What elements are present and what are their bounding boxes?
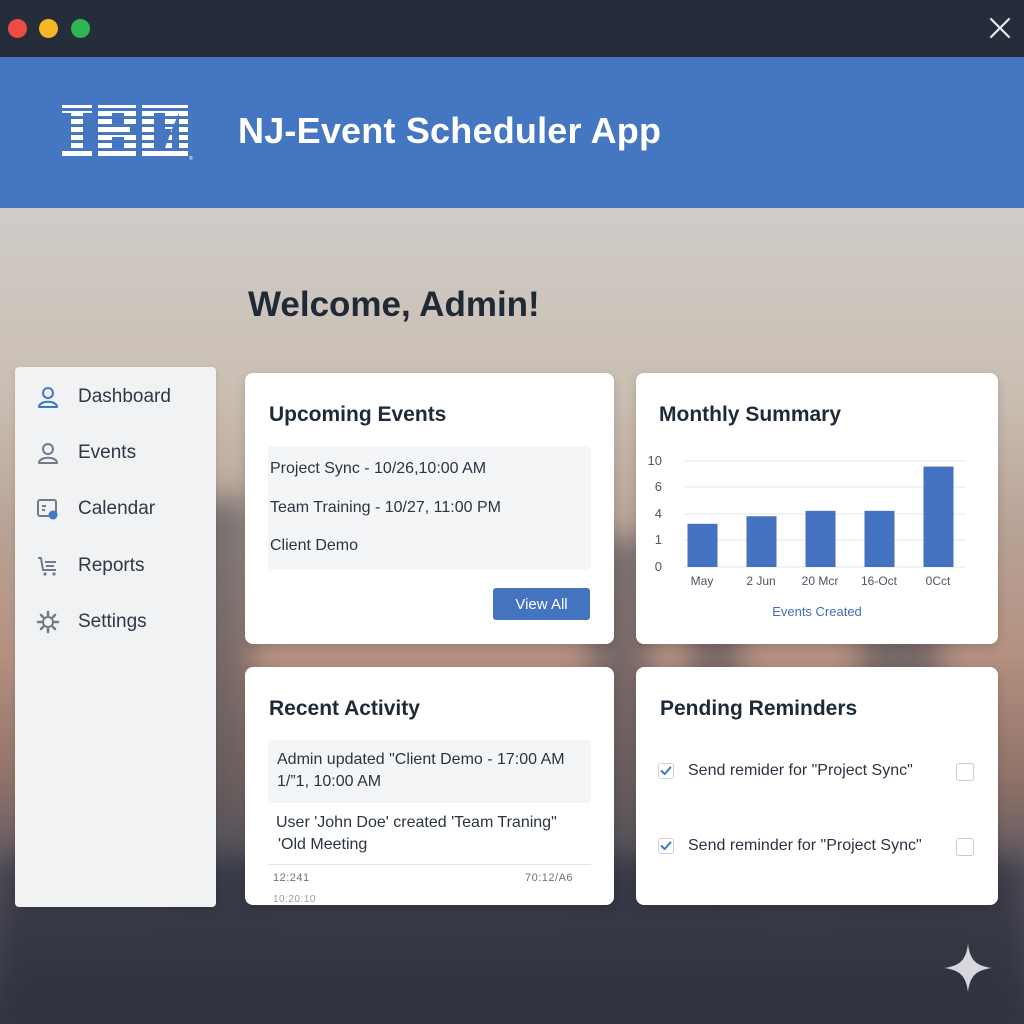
y-tick-label: 10 (648, 453, 662, 468)
sidebar: Dashboard Events Calendar Reports Settin… (15, 367, 216, 907)
trademark-mark: ® (189, 155, 193, 161)
sidebar-item-label: Events (78, 442, 137, 463)
event-item[interactable]: Team Training - 10/27, 11:00 PM (270, 499, 501, 517)
calendar-icon (37, 499, 58, 520)
card-title: Recent Activity (269, 697, 420, 720)
checkbox-checked[interactable] (658, 763, 674, 779)
sidebar-item-calendar[interactable]: Calendar (15, 487, 216, 531)
activity-timestamp: 10:20:10 (273, 894, 316, 905)
sidebar-item-dashboard[interactable]: Dashboard (15, 375, 216, 419)
welcome-heading: Welcome, Admin! (248, 285, 540, 324)
chart-bar[interactable] (805, 510, 836, 567)
ibm-logo: ® (62, 105, 193, 161)
y-tick-label: 1 (655, 532, 662, 547)
gear-icon (36, 610, 60, 634)
upcoming-events-card: Upcoming Events Project Sync - 10/26,10:… (245, 373, 614, 644)
events-list: Project Sync - 10/26,10:00 AM Team Train… (268, 446, 591, 570)
reminder-checkbox[interactable] (956, 838, 974, 856)
reminder-label: Send reminder for "Project Sync" (688, 837, 922, 854)
close-icon[interactable] (988, 16, 1012, 40)
window-titlebar (0, 0, 1024, 57)
app-title: NJ-Event Scheduler App (238, 110, 662, 151)
activity-line: 1/”1, 10:00 AM (277, 773, 382, 790)
event-item[interactable]: Project Sync - 10/26,10:00 AM (270, 460, 486, 478)
chart-bar[interactable] (923, 466, 954, 567)
monthly-summary-chart: 106410May 2 Jun 20 Mcr 16-Oct 0CctEvents Cre… (648, 453, 966, 619)
sidebar-item-events[interactable]: Events (15, 431, 216, 475)
x-tick-label: 16-Oct (861, 574, 898, 588)
x-tick-label: 0Cct (926, 574, 951, 588)
sidebar-item-label: Settings (78, 611, 147, 632)
chart-bar[interactable] (746, 516, 777, 567)
activity-line: 'Old Meeting (278, 836, 368, 853)
activity-line: Admin updated "Client Demo - 17:00 AM (277, 751, 565, 768)
x-tick-label: 20 Mcr (802, 574, 839, 588)
divider (268, 864, 591, 865)
recent-activity-card: Recent Activity Admin updated "Client De… (245, 667, 614, 905)
chart-bar[interactable] (687, 523, 718, 567)
activity-line: User 'John Doe' created 'Team Traning" (276, 814, 557, 831)
cart-icon (38, 557, 56, 576)
card-title: Upcoming Events (269, 403, 447, 426)
view-all-button[interactable]: View All (493, 588, 590, 620)
card-title: Pending Reminders (660, 697, 858, 720)
checkbox-checked[interactable] (658, 838, 674, 854)
reminder-label: Send remider for "Project Sync" (688, 762, 913, 779)
sidebar-item-label: Reports (78, 555, 145, 576)
sidebar-item-settings[interactable]: Settings (15, 600, 216, 644)
user-icon (38, 387, 58, 408)
sidebar-item-label: Dashboard (78, 386, 171, 407)
sidebar-item-label: Calendar (78, 498, 156, 519)
event-item[interactable]: Client Demo (270, 537, 358, 555)
activity-timestamp: 70:12/A6 (525, 872, 574, 884)
x-tick-label: 2 Jun (746, 574, 775, 588)
sidebar-item-reports[interactable]: Reports (15, 544, 216, 588)
y-tick-label: 6 (655, 479, 662, 494)
maximize-window-dot[interactable] (71, 19, 90, 38)
x-tick-label: May (691, 574, 714, 588)
chart-bar[interactable] (864, 510, 895, 567)
activity-timestamp: 12:241 (273, 872, 310, 884)
user-icon (38, 443, 58, 464)
minimize-window-dot[interactable] (39, 19, 58, 38)
close-window-dot[interactable] (8, 19, 27, 38)
pending-reminders-card: Pending Reminders Send remider for "Proj… (636, 667, 998, 905)
x-axis-label: Events Created (772, 604, 862, 619)
y-tick-label: 0 (655, 559, 662, 574)
reminder-checkbox[interactable] (956, 763, 974, 781)
reminder-item[interactable]: Send reminder for "Project Sync" (658, 836, 978, 860)
sparkle-icon (944, 944, 992, 992)
y-tick-label: 4 (655, 506, 662, 521)
monthly-summary-card: Monthly Summary 10 6 4 1 0 May 2 Jun 20 Mcr 16-O… (636, 373, 998, 644)
reminder-item[interactable]: Send remider for "Project Sync" (658, 761, 978, 785)
